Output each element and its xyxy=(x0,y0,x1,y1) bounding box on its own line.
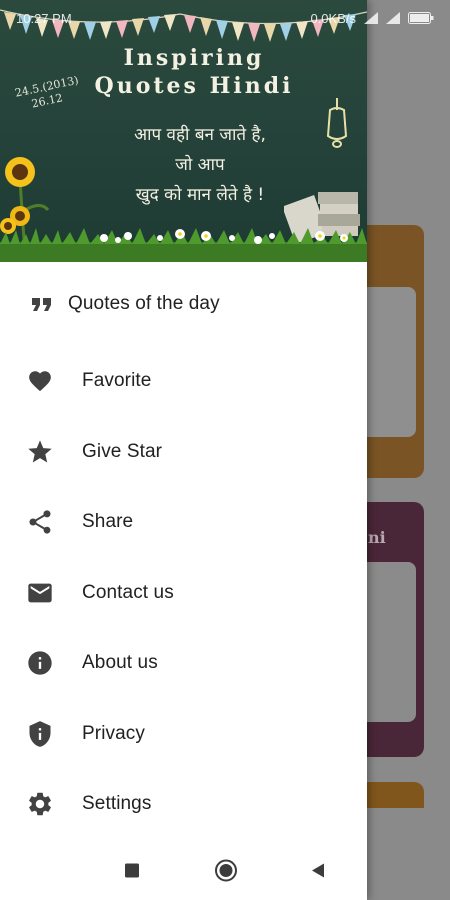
navigation-drawer: 24.5.(2013) 26.12 Inspiring Quotes Hindi… xyxy=(0,0,367,900)
recents-button[interactable] xyxy=(124,862,140,883)
menu-item-label: Contact us xyxy=(82,581,174,603)
signal-icon xyxy=(386,12,400,24)
home-button[interactable] xyxy=(214,858,238,887)
quote-icon xyxy=(28,290,56,318)
star-icon xyxy=(26,438,54,466)
app-title: Inspiring Quotes Hindi xyxy=(94,45,294,99)
heart-icon xyxy=(26,367,54,395)
menu-item-share[interactable]: Share xyxy=(0,487,367,558)
battery-icon xyxy=(408,12,434,24)
menu-item-favorite[interactable]: Favorite xyxy=(0,346,367,417)
status-bar: 10:27 PM 0.0KB/s xyxy=(0,0,450,36)
menu-item-contact-us[interactable]: Contact us xyxy=(0,558,367,629)
system-navigation-bar xyxy=(0,845,367,900)
signal-icon xyxy=(364,12,378,24)
drawer-header-banner: 24.5.(2013) 26.12 Inspiring Quotes Hindi… xyxy=(0,0,367,262)
menu-item-label: Privacy xyxy=(82,722,145,744)
grass-flowers-illustration xyxy=(0,228,367,262)
menu-item-label: Quotes of the day xyxy=(68,293,220,314)
network-speed: 0.0KB/s xyxy=(310,10,356,26)
menu-item-label: Settings xyxy=(82,793,152,815)
menu-item-quotes-of-the-day[interactable]: Quotes of the day xyxy=(0,262,367,346)
menu-item-label: Give Star xyxy=(82,440,163,462)
status-time: 10:27 PM xyxy=(16,10,72,26)
info-icon xyxy=(26,649,54,677)
drawer-menu: Quotes of the day Favorite Give Star Sha… xyxy=(0,262,367,840)
triangle-back-icon xyxy=(312,863,324,877)
menu-item-label: Favorite xyxy=(82,370,152,392)
share-icon xyxy=(26,508,54,536)
menu-item-privacy[interactable]: Privacy xyxy=(0,699,367,770)
background-card-title: ni xyxy=(368,528,386,547)
mail-icon xyxy=(26,579,54,607)
back-button[interactable] xyxy=(310,862,326,883)
gear-icon xyxy=(26,790,54,818)
menu-item-settings[interactable]: Settings xyxy=(0,769,367,840)
shield-icon xyxy=(26,720,54,748)
circle-icon xyxy=(215,859,237,881)
menu-item-about-us[interactable]: About us xyxy=(0,628,367,699)
bell-illustration xyxy=(326,98,348,148)
menu-item-label: Share xyxy=(82,511,134,533)
menu-item-give-star[interactable]: Give Star xyxy=(0,417,367,488)
menu-item-label: About us xyxy=(82,652,158,674)
square-icon xyxy=(125,863,139,877)
